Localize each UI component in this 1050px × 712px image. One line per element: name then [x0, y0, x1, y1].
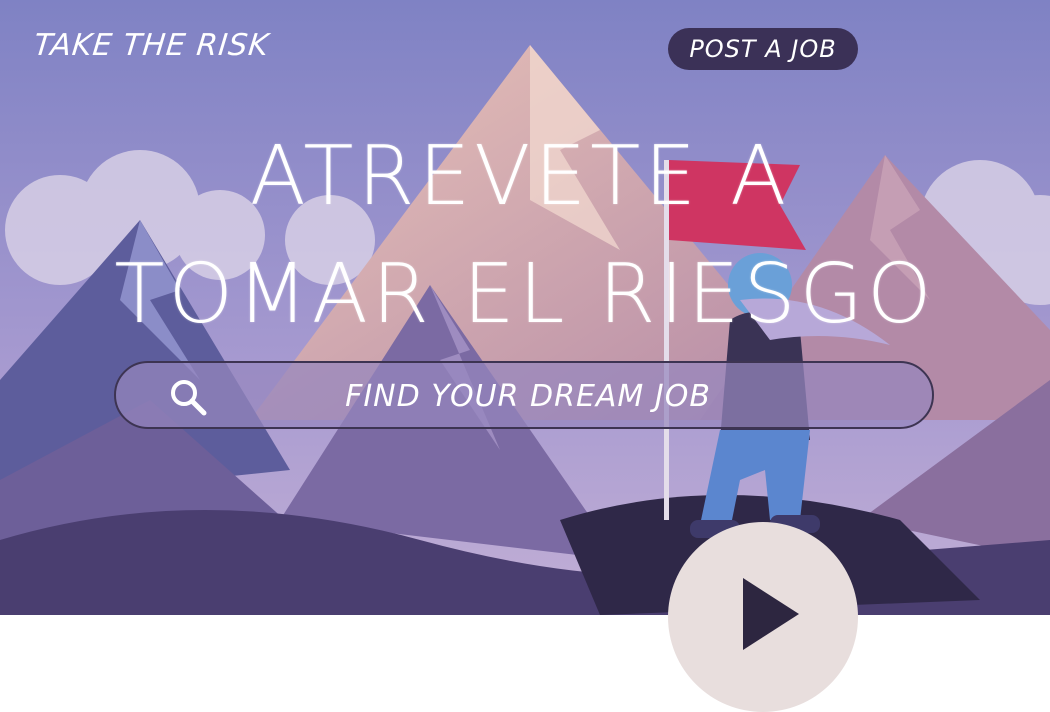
job-search-bar[interactable]	[114, 361, 934, 429]
headline-line-2: TOMAR EL RIESGO	[114, 247, 936, 342]
search-icon[interactable]	[168, 377, 208, 417]
brand-logo[interactable]: TAKE THE RISK	[32, 28, 271, 63]
search-input[interactable]	[226, 363, 830, 429]
hero-section: TAKE THE RISK POST A JOB ATREVETE A TOMA…	[0, 0, 1050, 615]
post-job-button[interactable]: POST A JOB	[668, 28, 858, 70]
play-icon	[743, 578, 799, 650]
headline-line-1: ATREVETE A	[249, 129, 791, 224]
hero-headline: ATREVETE A TOMAR EL RIESGO	[0, 118, 1050, 354]
play-video-button[interactable]	[668, 522, 858, 712]
